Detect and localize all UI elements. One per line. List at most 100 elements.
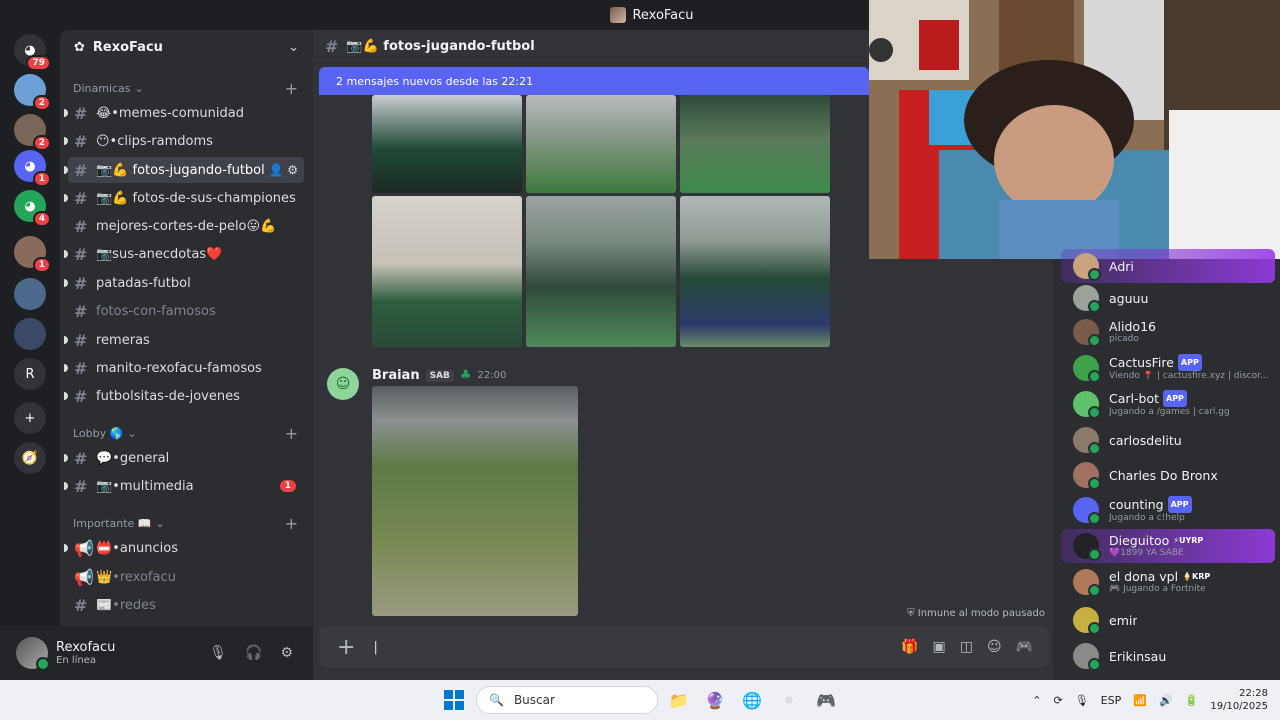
channel-fotos-jugando-futbol[interactable]: # 📷💪 fotos-jugando-futbol 👤 ⚙ [64,157,304,183]
windows-start-icon[interactable] [442,688,466,712]
server-icon[interactable]: 2 [14,74,51,111]
member-item[interactable]: aguuu [1061,281,1275,315]
server-icon[interactable] [14,318,46,350]
server-item-r[interactable]: R [14,358,46,390]
category-importante[interactable]: Importante 📖 ⌄ + [73,514,298,533]
member-item[interactable]: emir [1061,603,1275,637]
server-icon[interactable]: 1 [14,236,51,273]
channel-label: 😂•memes-comunidad [96,105,244,121]
sync-icon[interactable]: ⟳ [1053,694,1062,707]
member-item[interactable]: Carl-bot APP Jugando a /games | carl.gg [1061,387,1275,421]
apps-icon[interactable]: 🎮 [1016,639,1033,655]
microphone-icon[interactable]: 🎙 [209,645,227,661]
channel-mejores-cortes-de-pelo[interactable]: # mejores-cortes-de-pelo😛💪 [68,213,304,239]
server-tag: ⚡UYRP [1173,536,1204,545]
app-icon[interactable]: 🔮 [703,688,727,712]
gif-icon[interactable]: ▣ [932,639,945,655]
member-item[interactable]: CactusFire APP Viendo 📍 | cactusfire.xyz |… [1061,351,1275,385]
add-server-icon[interactable]: + [14,402,46,434]
new-messages-banner[interactable]: 2 mensajes nuevos desde las 22:21 [319,67,869,95]
photo-attachment[interactable] [372,386,578,616]
file-explorer-icon[interactable]: 📁 [667,688,691,712]
chrome-icon[interactable]: 🌐 [740,688,764,712]
add-member-icon[interactable]: 👤 [268,163,283,177]
channel-memes-comunidad[interactable]: # 😂•memes-comunidad [64,100,304,126]
channel-fotos-de-sus-championes[interactable]: # 📷💪 fotos-de-sus-championes [64,185,304,211]
server-header[interactable]: ✿ RexoFacu ⌄ [60,30,313,64]
sticker-icon[interactable]: ◫ [960,639,973,655]
photo-attachment[interactable] [526,196,676,347]
channel-redes[interactable]: # 📰•redes [68,592,304,618]
chevron-down-icon: ⌄ [134,82,144,95]
avatar[interactable]: ☺ [327,368,359,400]
channel-fotos-con-famosos[interactable]: # fotos-con-famosos [68,298,304,324]
channel-manito-rexofacu-famosos[interactable]: # manito-rexofacu-famosos [64,355,304,381]
headphones-icon[interactable]: 🎧 [245,645,262,661]
channel-futbolsitas-de-jovenes[interactable]: # futbolsitas-de-jovenes [64,383,304,409]
discord-icon[interactable]: ◕ 79 [14,34,51,71]
member-item[interactable]: Erikinsau [1061,639,1275,673]
add-channel-icon[interactable]: + [285,79,298,98]
add-channel-icon[interactable]: + [285,424,298,443]
member-item[interactable]: Charles Do Bronx [1061,458,1275,492]
user-name: Rexofacu [56,640,116,655]
channel-clips-ramdoms[interactable]: # 😶•clips-ramdoms [64,128,304,154]
hash-icon: # [74,386,88,406]
explore-icon[interactable]: 🧭 [14,442,46,474]
avatar[interactable] [16,637,50,671]
gear-icon[interactable]: ⚙ [287,163,298,177]
channel-multimedia[interactable]: # 📷•multimedia 1 [64,473,304,499]
member-item[interactable]: Alido16 picado [1061,315,1275,349]
member-item[interactable]: Dieguitoo ⚡UYRP 💜1899 YA SABE [1061,529,1275,563]
channel-label: 📷•multimedia [96,478,194,494]
photo-attachment[interactable] [680,196,830,347]
photo-attachment[interactable] [680,95,830,193]
language-indicator[interactable]: ESP [1101,694,1122,707]
discord-icon[interactable]: 🎮 [814,688,838,712]
avatar [1073,253,1101,281]
member-item[interactable]: Adri [1061,249,1275,283]
emoji-icon[interactable]: ☺ [987,639,1002,655]
channel-sidebar: ✿ RexoFacu ⌄ Dinamicas ⌄ + # 😂•memes-comuni… [60,30,313,626]
wifi-icon[interactable]: 📶 [1133,694,1147,707]
member-item[interactable]: counting APP Jugando a c!help [1061,493,1275,527]
photo-attachment[interactable] [526,95,676,193]
channel-patadas-futbol[interactable]: # patadas-futbol [64,270,304,296]
discord-icon[interactable]: ◕ 4 [14,190,51,227]
server-icon[interactable] [14,278,46,310]
photo-attachment[interactable] [372,196,522,347]
chevron-up-icon[interactable]: ⌃ [1032,694,1041,707]
channel-label: manito-rexofacu-famosos [96,360,262,376]
unread-indicator [64,364,68,372]
battery-icon[interactable]: 🔋 [1185,694,1199,707]
channel-rexofacu[interactable]: 📢 👑•rexofacu [68,564,304,590]
unread-indicator [64,194,68,202]
category-dinamicas[interactable]: Dinamicas ⌄ + [73,79,298,98]
member-name: el dona vpl [1109,569,1179,584]
channel-general[interactable]: # 💬•general [64,445,304,471]
volume-icon[interactable]: 🔊 [1159,694,1173,707]
channel-remeras[interactable]: # remeras [64,327,304,353]
category-lobby[interactable]: Lobby 🌎 ⌄ + [73,424,298,443]
gear-icon[interactable]: ⚙ [280,645,293,661]
taskbar-search[interactable]: 🔍 Buscar [476,686,658,714]
channel-sus-anecdotas[interactable]: # 📷sus-anecdotas❤️ [64,241,304,267]
microphone-icon[interactable]: 🎙 [1075,694,1089,707]
avatar [1073,355,1101,383]
channel-anuncios[interactable]: 📢 📛•anuncios [64,535,304,561]
gift-icon[interactable]: 🎁 [901,639,918,655]
banner-text: 2 mensajes nuevos desde las 22:21 [336,74,534,88]
clock[interactable]: 22:28 19/10/2025 [1210,687,1268,713]
add-channel-icon[interactable]: + [285,514,298,533]
message-author[interactable]: Braian [372,368,420,383]
discord-icon[interactable]: ◕ 1 [14,150,51,187]
member-activity: 💜1899 YA SABE [1109,548,1184,558]
member-item[interactable]: carlosdelitu [1061,423,1275,457]
server-icon[interactable]: 2 [14,114,51,151]
app-badge: APP [1177,354,1202,371]
add-attachment-icon[interactable]: + [337,635,355,660]
avatar [1073,533,1101,561]
app-icon[interactable]: ⚫ [777,688,801,712]
member-item[interactable]: el dona vpl 🍦KRP 🎮 Jugando a Fortnite [1061,565,1275,599]
photo-attachment[interactable] [372,95,522,193]
